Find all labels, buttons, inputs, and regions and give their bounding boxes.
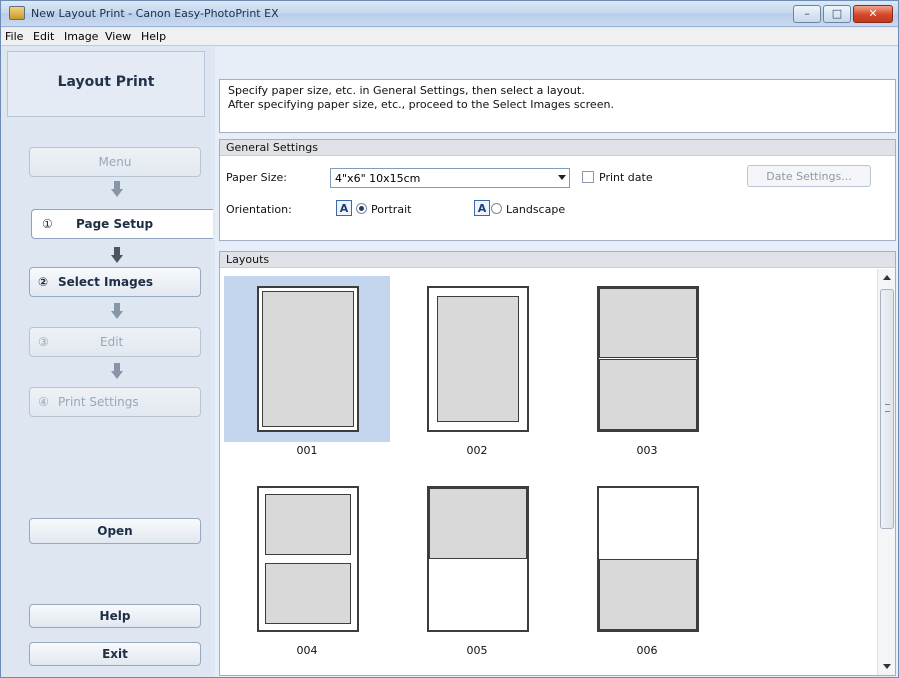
title-bar[interactable]: New Layout Print - Canon Easy-PhotoPrint…	[1, 1, 898, 27]
minimize-button[interactable]: –	[793, 5, 821, 23]
maximize-icon: □	[831, 7, 843, 20]
step-number: ①	[42, 217, 53, 231]
general-settings-heading: General Settings	[226, 141, 318, 154]
menu-button[interactable]: Menu	[29, 147, 201, 177]
close-button[interactable]: ✕	[853, 5, 893, 23]
layout-thumbnail	[427, 286, 529, 432]
instruction-line-2: After specifying paper size, etc., proce…	[228, 98, 614, 111]
menu-view[interactable]: View	[105, 30, 131, 43]
menu-button-label: Menu	[98, 155, 132, 169]
instruction-line-1: Specify paper size, etc. in General Sett…	[228, 84, 585, 97]
sidebar-title: Layout Print	[57, 74, 155, 90]
date-settings-label: Date Settings...	[766, 170, 852, 183]
minimize-icon: –	[804, 7, 810, 20]
layout-thumbnail	[597, 486, 699, 632]
maximize-button[interactable]: □	[823, 5, 851, 23]
help-button-label: Help	[99, 609, 131, 623]
menu-edit[interactable]: Edit	[33, 30, 54, 43]
arrow-down-icon	[111, 363, 123, 381]
section-header: Layouts	[220, 252, 895, 268]
app-icon	[9, 6, 25, 20]
arrow-down-icon	[111, 181, 123, 199]
portrait-radio[interactable]	[356, 203, 367, 214]
landscape-icon: A	[474, 200, 490, 216]
paper-size-value: 4"x6" 10x15cm	[335, 172, 421, 185]
scrollbar-thumb[interactable]	[880, 289, 894, 529]
layout-thumbnail	[257, 286, 359, 432]
layout-label: 004	[296, 644, 318, 657]
layout-label: 003	[636, 444, 658, 457]
step-label: Select Images	[58, 275, 153, 289]
step-page-setup[interactable]: ① Page Setup	[31, 209, 213, 239]
scroll-up-icon[interactable]	[883, 275, 891, 280]
layout-tile-004[interactable]: 004	[224, 476, 390, 672]
window-title: New Layout Print - Canon Easy-PhotoPrint…	[31, 7, 279, 20]
layout-tile-003[interactable]: 003	[564, 276, 730, 472]
layout-tile-001[interactable]: 001	[224, 276, 390, 472]
layout-thumbnail	[257, 486, 359, 632]
help-button[interactable]: Help	[29, 604, 201, 628]
step-label: Edit	[100, 335, 124, 349]
sidebar-header: Layout Print	[7, 51, 205, 117]
layout-label: 006	[636, 644, 658, 657]
main-panel: Specify paper size, etc. in General Sett…	[215, 47, 898, 677]
layout-tile-006[interactable]: 006	[564, 476, 730, 672]
open-button[interactable]: Open	[29, 518, 201, 544]
step-number: ③	[38, 335, 49, 349]
arrow-down-icon	[111, 303, 123, 321]
print-date-checkbox[interactable]	[582, 171, 594, 183]
portrait-icon: A	[336, 200, 352, 216]
general-settings-panel: General Settings Paper Size: 4"x6" 10x15…	[219, 139, 896, 241]
layout-thumbnail	[597, 286, 699, 432]
instruction-box: Specify paper size, etc. in General Sett…	[219, 79, 896, 133]
layouts-panel: Layouts 001 002 003 004 005 006	[219, 251, 896, 676]
sidebar: Layout Print Menu	[1, 47, 211, 677]
layouts-heading: Layouts	[226, 253, 270, 266]
step-print-settings[interactable]: ④ Print Settings	[29, 387, 201, 417]
scroll-down-icon[interactable]	[883, 664, 891, 669]
step-label: Print Settings	[58, 395, 139, 409]
exit-button[interactable]: Exit	[29, 642, 201, 666]
landscape-label: Landscape	[506, 203, 566, 216]
menu-bar: File Edit Image View Help	[1, 28, 898, 46]
chevron-down-icon	[558, 175, 566, 180]
menu-help[interactable]: Help	[141, 30, 166, 43]
layout-label: 002	[466, 444, 488, 457]
date-settings-button[interactable]: Date Settings...	[747, 165, 871, 187]
menu-image[interactable]: Image	[64, 30, 98, 43]
vertical-scrollbar[interactable]	[877, 269, 895, 675]
portrait-label: Portrait	[371, 203, 412, 216]
step-label: Page Setup	[76, 217, 154, 231]
layout-label: 005	[466, 644, 488, 657]
landscape-radio[interactable]	[491, 203, 502, 214]
step-edit[interactable]: ③ Edit	[29, 327, 201, 357]
print-date-label: Print date	[599, 171, 653, 184]
paper-size-select[interactable]: 4"x6" 10x15cm	[330, 168, 570, 188]
arrow-down-icon	[111, 247, 123, 265]
close-icon: ✕	[868, 7, 878, 20]
app-window: New Layout Print - Canon Easy-PhotoPrint…	[0, 0, 899, 678]
step-select-images[interactable]: ② Select Images	[29, 267, 201, 297]
exit-button-label: Exit	[102, 647, 128, 661]
layout-tile-005[interactable]: 005	[394, 476, 560, 672]
paper-size-label: Paper Size:	[226, 171, 287, 184]
section-header: General Settings	[220, 140, 895, 156]
grip-icon	[885, 404, 890, 412]
open-button-label: Open	[97, 524, 133, 538]
orientation-label: Orientation:	[226, 203, 292, 216]
step-number: ②	[38, 275, 49, 289]
layout-label: 001	[296, 444, 318, 457]
step-number: ④	[38, 395, 49, 409]
layout-tile-002[interactable]: 002	[394, 276, 560, 472]
layout-thumbnail	[427, 486, 529, 632]
menu-file[interactable]: File	[5, 30, 23, 43]
